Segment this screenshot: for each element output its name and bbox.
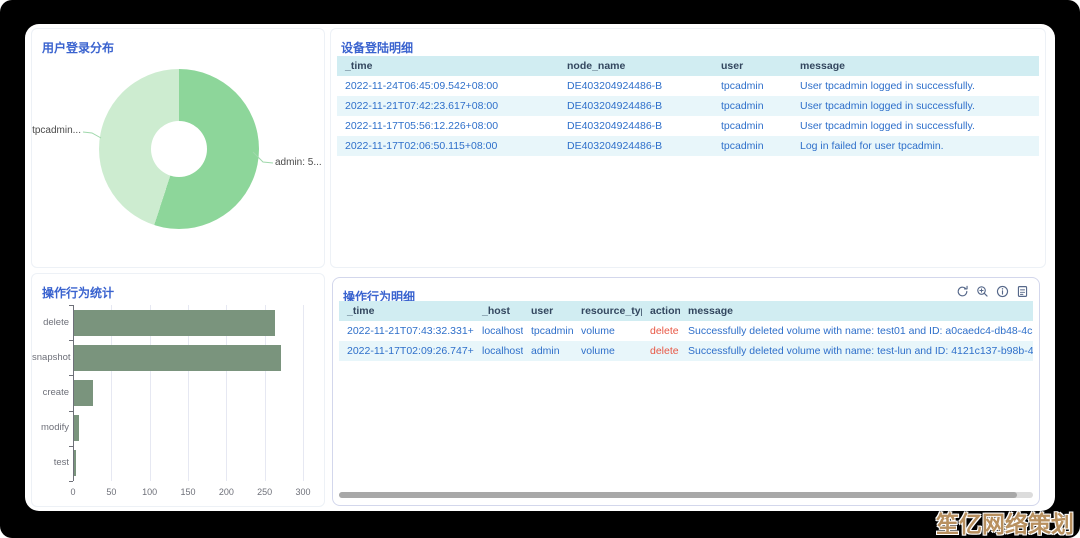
panel-title: 用户登录分布 — [42, 39, 114, 56]
table-cell: 2022-11-24T06:45:09.542+08:00 — [337, 76, 559, 96]
table-cell: localhost — [474, 321, 523, 341]
zoom-in-icon[interactable] — [976, 285, 989, 298]
table-cell: User tpcadmin logged in successfully. — [792, 76, 1039, 96]
panel-toolbar — [956, 285, 1029, 298]
column-header[interactable]: _time — [339, 301, 474, 321]
bar-delete[interactable] — [74, 310, 275, 336]
table-cell: delete — [642, 341, 680, 361]
column-header[interactable]: _time — [337, 56, 559, 76]
pie-label-admin: admin: 5... — [275, 157, 322, 168]
table-cell: 2022-11-17T02:09:26.747+08:00 — [339, 341, 474, 361]
panel-title: 设备登陆明细 — [341, 39, 413, 56]
table-cell: tpcadmin — [523, 321, 573, 341]
horizontal-bar-chart: 0 50 100 150 200 250 300 delete snapshot create mo… — [32, 274, 324, 506]
table-row[interactable]: 2022-11-17T02:09:26.747+08:00localhostad… — [339, 341, 1033, 361]
table-cell: Successfully deleted volume with name: t… — [680, 341, 1033, 361]
panel-operation-detail: 操作行为明细 — [332, 277, 1040, 506]
table-row[interactable]: 2022-11-24T06:45:09.542+08:00DE403204924… — [337, 76, 1039, 96]
table-cell: DE403204924486-B — [559, 76, 713, 96]
table-cell: DE403204924486-B — [559, 96, 713, 116]
table-cell: 2022-11-21T07:42:23.617+08:00 — [337, 96, 559, 116]
table-cell: 2022-11-17T02:06:50.115+08:00 — [337, 136, 559, 156]
x-axis-tick-label: 200 — [219, 487, 234, 497]
column-header[interactable]: action — [642, 301, 680, 321]
x-axis-tick-label: 50 — [106, 487, 116, 497]
pie-label-tpcadmin: tpcadmin... — [32, 125, 81, 136]
bar-test[interactable] — [74, 450, 76, 476]
y-axis-tick — [69, 375, 73, 376]
x-axis-tick-label: 250 — [257, 487, 272, 497]
donut-chart[interactable] — [99, 69, 259, 229]
table-cell: Successfully deleted volume with name: t… — [680, 321, 1033, 341]
table-cell: User tpcadmin logged in successfully. — [792, 96, 1039, 116]
table-cell: DE403204924486-B — [559, 116, 713, 136]
table-cell: User tpcadmin logged in successfully. — [792, 116, 1039, 136]
table-cell: tpcadmin — [713, 116, 792, 136]
bar-modify[interactable] — [74, 415, 79, 441]
table-row[interactable]: 2022-11-21T07:42:23.617+08:00DE403204924… — [337, 96, 1039, 116]
y-axis-tick — [69, 411, 73, 412]
category-label-modify: modify — [32, 422, 69, 433]
column-header[interactable]: user — [713, 56, 792, 76]
table-cell: admin — [523, 341, 573, 361]
table-cell: DE403204924486-B — [559, 136, 713, 156]
horizontal-scrollbar-thumb[interactable] — [339, 492, 1017, 498]
table-cell: tpcadmin — [713, 136, 792, 156]
column-header[interactable]: resource_type — [573, 301, 642, 321]
column-header[interactable]: message — [680, 301, 1033, 321]
panel-device-login-detail: 设备登陆明细 _timenode_nameusermessage2022-11-… — [330, 28, 1046, 268]
table-row[interactable]: 2022-11-17T05:56:12.226+08:00DE403204924… — [337, 116, 1039, 136]
bar-create[interactable] — [74, 380, 93, 406]
category-label-delete: delete — [32, 317, 69, 328]
column-header[interactable]: message — [792, 56, 1039, 76]
operation-detail-table: _time_hostuserresource_typeactionmessage… — [339, 301, 1033, 361]
y-axis-tick — [69, 481, 73, 482]
table-row[interactable]: 2022-11-17T02:06:50.115+08:00DE403204924… — [337, 136, 1039, 156]
x-axis-tick-label: 100 — [142, 487, 157, 497]
gridline — [303, 305, 304, 481]
table-cell: 2022-11-21T07:43:32.331+08:00 — [339, 321, 474, 341]
table-cell: volume — [573, 321, 642, 341]
table-cell: delete — [642, 321, 680, 341]
column-header[interactable]: _host — [474, 301, 523, 321]
refresh-icon[interactable] — [956, 285, 969, 298]
table-cell: volume — [573, 341, 642, 361]
x-axis-tick-label: 150 — [180, 487, 195, 497]
table-row[interactable]: 2022-11-21T07:43:32.331+08:00localhosttp… — [339, 321, 1033, 341]
info-icon[interactable] — [996, 285, 1009, 298]
category-label-test: test — [32, 457, 69, 468]
y-axis-tick — [69, 340, 73, 341]
export-icon[interactable] — [1016, 285, 1029, 298]
table-cell: localhost — [474, 341, 523, 361]
column-header[interactable]: user — [523, 301, 573, 321]
y-axis-tick — [69, 446, 73, 447]
panel-operation-stats: 操作行为统计 050100150200250300deletesnapshotc… — [31, 273, 325, 507]
table-cell: 2022-11-17T05:56:12.226+08:00 — [337, 116, 559, 136]
device-login-table: _timenode_nameusermessage2022-11-24T06:4… — [337, 56, 1039, 156]
dashboard-background: 用户登录分布 tpcadmin... admin: 5... 设备登陆明细 _t… — [0, 0, 1080, 538]
table-cell: Log in failed for user tpcadmin. — [792, 136, 1039, 156]
x-axis-tick-label: 300 — [295, 487, 310, 497]
dashboard-card: 用户登录分布 tpcadmin... admin: 5... 设备登陆明细 _t… — [25, 24, 1055, 511]
table-cell: tpcadmin — [713, 96, 792, 116]
watermark-text: 笙亿网络策划 — [936, 505, 1074, 538]
x-axis-tick-label: 0 — [70, 487, 75, 497]
table-cell: tpcadmin — [713, 76, 792, 96]
bar-snapshot[interactable] — [74, 345, 281, 371]
y-axis-tick — [69, 305, 73, 306]
category-label-create: create — [32, 387, 69, 398]
category-label-snapshot: snapshot — [32, 352, 69, 363]
panel-user-login-distribution: 用户登录分布 tpcadmin... admin: 5... — [31, 28, 325, 268]
column-header[interactable]: node_name — [559, 56, 713, 76]
horizontal-scrollbar-track[interactable] — [339, 492, 1033, 498]
